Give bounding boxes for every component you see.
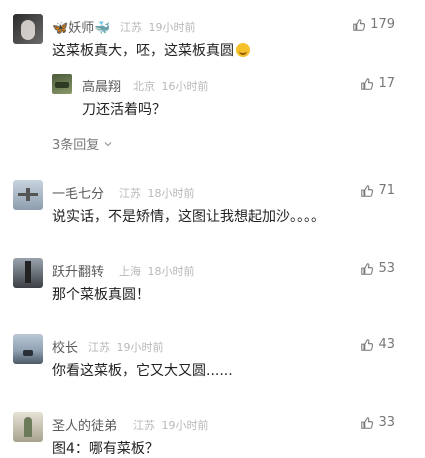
like-button[interactable]: 43 [360, 337, 395, 352]
expand-replies-button[interactable]: 3条回复 [52, 134, 113, 153]
comment-item: 校长 江苏 19小时前 43 你看这菜板，它又大又圆...... [0, 326, 425, 396]
like-count: 17 [378, 76, 395, 91]
replies-count: 3条回复 [52, 138, 100, 153]
like-button[interactable]: 33 [360, 415, 395, 430]
comment-item: 一毛七分 江苏 18小时前 71 说实话，不是矫情，这图让我想起加沙。。。。 [0, 172, 425, 242]
comment-location: 江苏 [88, 341, 110, 354]
comment-author[interactable]: 一毛七分 [52, 183, 104, 202]
avatar[interactable] [13, 334, 43, 364]
like-button[interactable]: 17 [360, 76, 395, 91]
like-count: 33 [378, 415, 395, 430]
like-count: 71 [378, 183, 395, 198]
thumbs-up-icon [361, 184, 374, 197]
like-button[interactable]: 71 [360, 183, 395, 198]
thumbs-up-icon [361, 338, 374, 351]
comment-time: 18小时前 [147, 187, 195, 200]
comment-text: 那个菜板真圆！ [52, 287, 150, 303]
reply-author[interactable]: 高晨翔 [82, 76, 121, 95]
thumbs-up-icon [361, 77, 374, 90]
like-button[interactable]: 179 [352, 17, 395, 32]
comment-time: 19小时前 [148, 21, 196, 34]
avatar[interactable] [52, 74, 72, 94]
thumbs-up-icon [361, 262, 374, 275]
comment-author[interactable]: 圣人的徒弟 [52, 415, 117, 434]
laugh-emoji-icon [236, 43, 250, 57]
like-button[interactable]: 53 [360, 261, 395, 276]
comment-item: 跃升翻转 上海 18小时前 53 那个菜板真圆！ [0, 250, 425, 320]
reply-location: 北京 [133, 80, 155, 93]
comment-time: 19小时前 [161, 419, 209, 432]
comment-author[interactable]: 校长 [52, 337, 78, 356]
avatar[interactable] [13, 412, 43, 442]
thumbs-up-icon [353, 18, 366, 31]
comment-author[interactable]: 跃升翻转 [52, 261, 104, 280]
comment-location: 江苏 [133, 419, 155, 432]
like-count: 179 [370, 17, 395, 32]
avatar[interactable] [13, 14, 43, 44]
butterfly-emoji: 🦋 [52, 21, 69, 36]
like-count: 53 [378, 261, 395, 276]
reply-time: 16小时前 [161, 80, 209, 93]
comment-author[interactable]: 🦋妖师🐳 [52, 17, 110, 36]
thumbs-up-icon [361, 416, 374, 429]
comment-location: 上海 [119, 265, 141, 278]
reply-text: 刀还活着吗？ [82, 102, 166, 118]
avatar[interactable] [13, 258, 43, 288]
comment-item: 🦋妖师🐳 江苏 19小时前 179 这菜板真大，呸，这菜板真圆 高晨翔 北京 1… [0, 0, 425, 160]
whale-emoji: 🐳 [94, 21, 111, 36]
comment-location: 江苏 [119, 187, 141, 200]
comment-text: 说实话，不是矫情，这图让我想起加沙。。。。 [52, 209, 325, 225]
comment-text: 这菜板真大，呸，这菜板真圆 [52, 40, 250, 60]
comment-text: 图4：哪有菜板？ [52, 441, 159, 457]
comment-item: 圣人的徒弟 江苏 19小时前 33 图4：哪有菜板？ [0, 404, 425, 458]
chevron-down-icon [104, 141, 112, 146]
avatar[interactable] [13, 180, 43, 210]
comment-location: 江苏 [120, 21, 142, 34]
comment-text: 你看这菜板，它又大又圆...... [52, 363, 233, 379]
comment-time: 18小时前 [147, 265, 195, 278]
like-count: 43 [378, 337, 395, 352]
comment-time: 19小时前 [116, 341, 164, 354]
